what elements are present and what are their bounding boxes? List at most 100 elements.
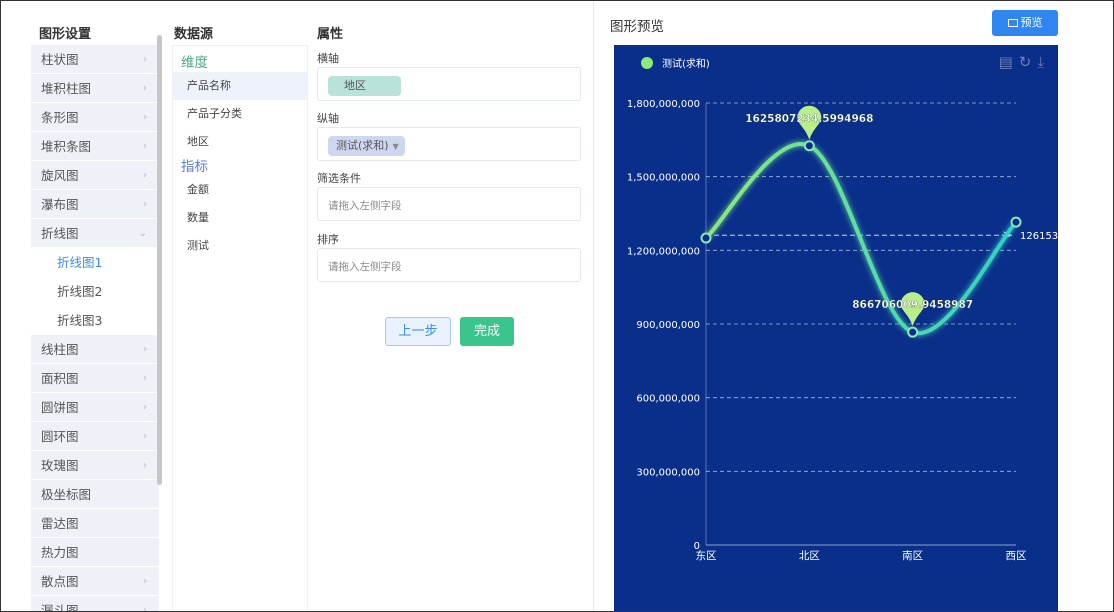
y-tick-label: 1,500,000,000 [627,173,700,184]
chevron-down-icon: ⌄ [138,228,147,239]
field-quantity[interactable]: 数量 [173,204,307,232]
x-tick-label: 北区 [799,550,820,562]
menu-item-label: 圆饼图 [41,400,79,415]
dimension-group-label: 维度 [181,55,208,71]
y-axis-chip-label: 测试(求和) [336,139,389,152]
menu-item-label: 瀑布图 [41,197,79,212]
menu-item-label: 线柱图 [41,342,79,357]
menu-item[interactable]: 圆饼图 › [31,393,159,422]
line-chart: 测试(求和)0300,000,000600,000,000900,000,000… [627,57,1058,562]
filter-dropzone[interactable]: 请拖入左侧字段 [317,187,581,221]
x-tick-label: 东区 [696,549,717,562]
x-tick-label: 西区 [1006,550,1027,562]
panel-divider [593,1,594,611]
y-tick-label: 900,000,000 [636,320,700,331]
refresh-icon[interactable]: ↻ [1019,53,1038,71]
legend-label: 测试(求和) [662,57,710,70]
menu-item[interactable]: 漏斗图 › [31,596,159,612]
menu-item-label: 堆积条图 [41,139,92,154]
caret-down-icon[interactable]: ▼ [393,142,399,151]
menu-item[interactable]: 雷达图 [31,509,159,538]
menu-item-label: 面积图 [41,371,79,386]
menu-item[interactable]: 条形图 › [31,103,159,132]
menu-scrollbar[interactable] [157,35,162,485]
attributes-title: 属性 [317,27,344,42]
menu-item-label: 折线图1 [57,255,103,270]
chevron-right-icon: › [143,344,147,355]
datasource-panel: 维度 产品名称 产品子分类 地区 指标 金额 数量 测试 [172,45,308,611]
average-label: 1261538 [1020,231,1058,242]
chart-panel: ▤↻⤓ 测试(求和) 0 300,000,000 600,000,000 900,000… [614,45,1058,611]
field-product-name[interactable]: 产品名称 [173,72,307,100]
x-tick-label: 南区 [902,549,923,562]
menu-item[interactable]: 堆积柱图 › [31,74,159,103]
chevron-right-icon: › [143,402,147,413]
filter-placeholder: 请拖入左侧字段 [328,200,402,212]
data-point [803,140,815,152]
done-button[interactable]: 完成 [460,317,514,346]
preview-button-label: 预览 [1020,16,1043,29]
menu-item-label: 条形图 [41,110,79,125]
y-axis-label: 纵轴 [317,112,339,125]
menu-item-label: 折线图2 [57,284,103,299]
data-point [907,326,919,338]
app-frame: 图形设置 数据源 属性 柱状图 › 堆积柱图 › 条形图 › 堆积条图 › 旋风图 › 瀑布图 › 折线… [0,0,1114,612]
prev-step-button[interactable]: 上一步 [385,317,451,346]
menu-item[interactable]: 线柱图 › [31,335,159,364]
preview-button[interactable]: 预览 [992,10,1058,36]
menu-item-label: 散点图 [41,574,79,589]
chart-toolbox: ▤↻⤓ [999,53,1050,71]
chevron-right-icon: › [143,54,147,65]
menu-item-label: 堆积柱图 [41,81,92,96]
menu-item[interactable]: 面积图 › [31,364,159,393]
field-region[interactable]: 地区 [173,128,307,156]
menu-item[interactable]: 极坐标图 [31,480,159,509]
x-axis-chip[interactable]: 地区 [328,76,401,96]
chevron-right-icon: › [143,373,147,384]
chevron-right-icon: › [143,112,147,123]
field-amount[interactable]: 金额 [173,176,307,204]
chevron-right-icon: › [143,83,147,94]
data-point [700,232,712,244]
menu-item[interactable]: 瀑布图 › [31,190,159,219]
menu-item[interactable]: 折线图 ⌄ [31,219,159,248]
min-point-label: 866706009.9458987 [852,299,973,311]
settings-title: 图形设置 [39,27,92,42]
menu-item[interactable]: 圆环图 › [31,422,159,451]
menu-item[interactable]: 旋风图 › [31,161,159,190]
filter-label: 筛选条件 [317,172,361,185]
y-tick-label: 300,000,000 [636,467,700,478]
sort-dropzone[interactable]: 请拖入左侧字段 [317,248,581,282]
menu-item[interactable]: 堆积条图 › [31,132,159,161]
menu-item[interactable]: 热力图 [31,538,159,567]
download-icon[interactable]: ⤓ [1037,53,1050,71]
x-axis-dropzone[interactable]: 地区 [317,67,581,101]
menu-item-label: 折线图3 [57,313,103,328]
chevron-right-icon: › [143,141,147,152]
menu-item-label: 柱状图 [41,52,79,67]
document-icon[interactable]: ▤ [999,53,1019,71]
preview-title: 图形预览 [610,19,664,35]
y-tick-label: 1,200,000,000 [627,246,700,257]
chevron-right-icon: › [143,170,147,181]
submenu-item[interactable]: 折线图3 [31,306,159,335]
field-product-subcategory[interactable]: 产品子分类 [173,100,307,128]
chart-type-menu: 柱状图 › 堆积柱图 › 条形图 › 堆积条图 › 旋风图 › 瀑布图 › 折线图 ⌄ 折线图1 折线图2 折线… [31,45,159,612]
menu-item-label: 折线图 [41,226,79,241]
chevron-right-icon: › [143,576,147,587]
menu-item[interactable]: 柱状图 › [31,45,159,74]
chevron-right-icon: › [143,460,147,471]
max-point-label: 1625807234.5994968 [745,113,873,125]
menu-item-label: 漏斗图 [41,603,79,612]
menu-item[interactable]: 玫瑰图 › [31,451,159,480]
menu-item[interactable]: 散点图 › [31,567,159,596]
y-axis-dropzone[interactable]: 测试(求和) ▼ [317,127,581,161]
submenu-item[interactable]: 折线图2 [31,277,159,306]
sort-label: 排序 [317,233,339,246]
menu-item-label: 雷达图 [41,516,79,531]
field-test[interactable]: 测试 [173,232,307,260]
menu-item-label: 极坐标图 [41,487,92,502]
y-axis-chip[interactable]: 测试(求和) ▼ [328,136,405,156]
datasource-title: 数据源 [174,27,214,42]
submenu-item[interactable]: 折线图1 [31,248,159,277]
